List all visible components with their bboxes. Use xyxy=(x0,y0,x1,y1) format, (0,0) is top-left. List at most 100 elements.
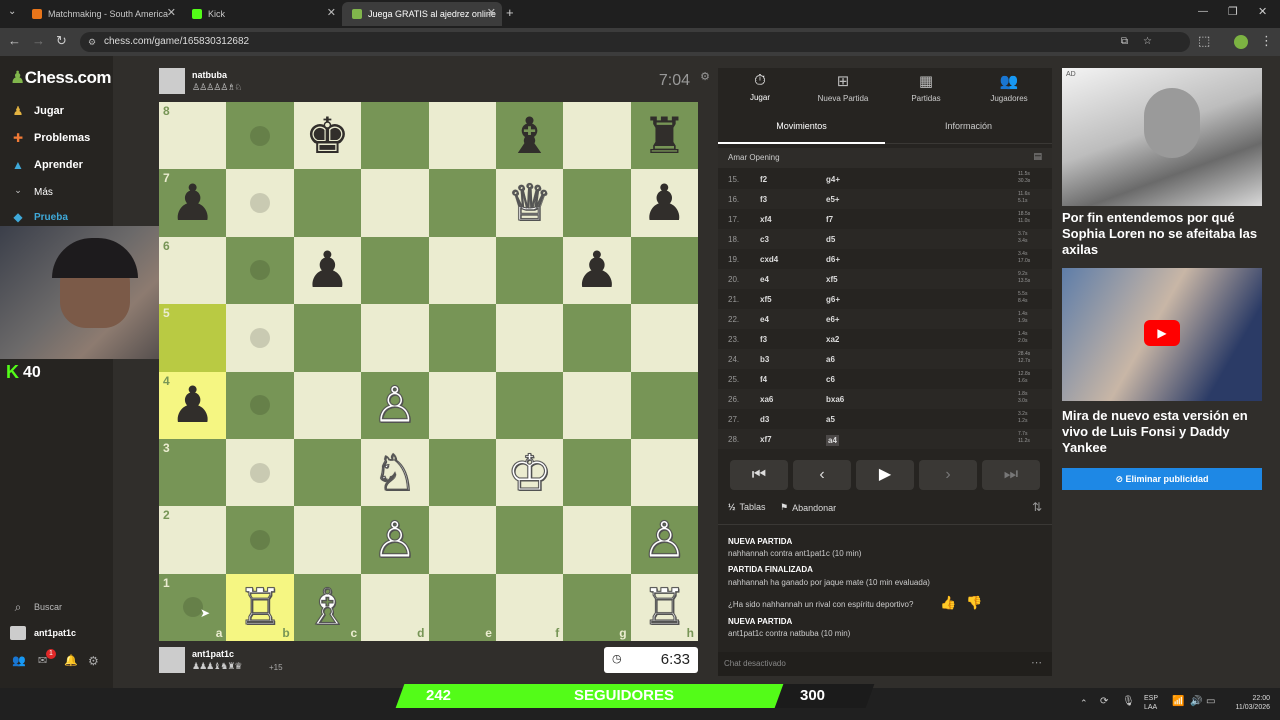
black-move[interactable]: f7 xyxy=(826,215,833,224)
close-tab-icon[interactable]: ✕ xyxy=(167,6,176,19)
ad-headline-1[interactable]: Por fin entendemos por qué Sophia Loren … xyxy=(1062,210,1262,258)
square-d8[interactable] xyxy=(361,102,429,170)
black-move[interactable]: bxa6 xyxy=(826,395,844,404)
sidebar-item-trial[interactable]: ◆ Prueba xyxy=(10,210,68,224)
remove-ads-button[interactable]: ⊘ Eliminar publicidad xyxy=(1062,468,1262,490)
resign-button[interactable]: ⚑ Abandonar xyxy=(780,502,836,513)
sidebar-search[interactable]: ⌕ Buscar xyxy=(10,600,62,614)
close-tab-icon[interactable]: ✕ xyxy=(327,6,336,19)
battery-icon[interactable]: ▭ xyxy=(1206,696,1215,707)
close-tab-icon[interactable]: ✕ xyxy=(487,6,496,19)
black-move[interactable]: xf5 xyxy=(826,275,838,284)
square-d4[interactable]: ♙ xyxy=(361,371,429,439)
tab-play[interactable]: ⏱ Jugar xyxy=(720,72,800,102)
black-move[interactable]: xa2 xyxy=(826,335,839,344)
extensions-icon[interactable]: ⬚ xyxy=(1198,33,1210,49)
square-f7[interactable]: ♕ xyxy=(495,169,564,237)
cast-icon[interactable]: ⧉ xyxy=(1121,32,1128,52)
mic-icon[interactable]: 🎙 xyxy=(1122,696,1135,707)
reload-icon[interactable]: ↻ xyxy=(56,33,67,49)
square-h8[interactable]: ♜ xyxy=(630,102,698,170)
square-g7[interactable] xyxy=(563,169,631,237)
square-d6[interactable] xyxy=(361,236,429,305)
tab-chess[interactable]: Juega GRATIS al ajedrez online ✕ xyxy=(342,2,502,26)
square-f1[interactable]: f xyxy=(495,573,564,641)
square-g4[interactable] xyxy=(563,371,631,439)
square-a7[interactable]: 7 ♟ xyxy=(159,169,227,237)
black-move[interactable]: e5+ xyxy=(826,195,840,204)
square-b5[interactable] xyxy=(226,304,294,372)
square-h6[interactable] xyxy=(630,236,698,305)
square-e8[interactable] xyxy=(428,102,496,170)
white-move[interactable]: e4 xyxy=(760,315,769,324)
square-a6[interactable]: 6 xyxy=(159,236,227,305)
black-move[interactable]: d5 xyxy=(826,235,835,244)
tray-sync-icon[interactable]: ⟳ xyxy=(1100,696,1108,707)
thumbs-up-icon[interactable]: 👍 xyxy=(940,595,956,611)
black-pawn-icon[interactable]: ♟ xyxy=(575,245,620,295)
square-b1[interactable]: ♖ b xyxy=(226,573,294,641)
square-a4[interactable]: 4 ♟ xyxy=(159,371,227,439)
square-g5[interactable] xyxy=(563,304,631,372)
square-e4[interactable] xyxy=(428,371,496,439)
book-icon[interactable]: ▤ xyxy=(1033,151,1042,162)
more-options-icon[interactable]: ⋯ xyxy=(1031,656,1042,669)
square-f4[interactable] xyxy=(495,371,564,439)
last-move-button[interactable]: ⏭ xyxy=(982,460,1040,490)
flip-board-icon[interactable]: ⇅ xyxy=(1032,500,1042,514)
legal-move-dot[interactable] xyxy=(250,193,271,214)
square-g8[interactable] xyxy=(563,102,631,170)
black-move[interactable]: a4 xyxy=(826,435,839,446)
black-pawn-icon[interactable]: ♟ xyxy=(170,380,215,430)
tab-games[interactable]: ▦ Partidas xyxy=(886,72,966,103)
square-b3[interactable] xyxy=(226,438,294,507)
legal-move-dot[interactable] xyxy=(250,260,271,281)
white-move[interactable]: d3 xyxy=(760,415,769,424)
close-window-icon[interactable]: ✕ xyxy=(1258,5,1267,18)
square-b2[interactable] xyxy=(226,506,294,574)
square-d7[interactable] xyxy=(361,169,429,237)
white-move[interactable]: e4 xyxy=(760,275,769,284)
site-info-icon[interactable]: ⚙ xyxy=(88,32,96,52)
square-d1[interactable]: d xyxy=(361,573,429,641)
square-a2[interactable]: 2 xyxy=(159,506,227,574)
square-e6[interactable] xyxy=(428,236,496,305)
square-a1[interactable]: 1a xyxy=(159,573,227,641)
square-b7[interactable] xyxy=(226,169,294,237)
white-pawn-icon[interactable]: ♙ xyxy=(641,514,687,565)
restore-icon[interactable]: ❐ xyxy=(1228,5,1238,18)
square-c8[interactable]: ♚ xyxy=(293,102,362,170)
square-c1[interactable]: ♗ c xyxy=(293,573,362,641)
square-h4[interactable] xyxy=(630,371,698,439)
white-move[interactable]: xf5 xyxy=(760,295,772,304)
bookmark-star-icon[interactable]: ☆ xyxy=(1143,32,1152,52)
square-a8[interactable]: 8 xyxy=(159,102,227,170)
black-move[interactable]: g4+ xyxy=(826,175,840,184)
square-b6[interactable] xyxy=(226,236,294,305)
white-move[interactable]: f3 xyxy=(760,195,767,204)
legal-move-dot[interactable] xyxy=(250,395,271,416)
white-move[interactable]: xa6 xyxy=(760,395,773,404)
black-pawn-icon[interactable]: ♟ xyxy=(305,245,350,295)
sidebar-user[interactable]: ant1pat1c xyxy=(10,626,76,640)
square-e7[interactable] xyxy=(428,169,496,237)
tab-players[interactable]: 👥 Jugadores xyxy=(969,72,1049,103)
sidebar-item-play[interactable]: ♟ Jugar xyxy=(10,104,64,118)
square-c7[interactable] xyxy=(293,169,362,237)
square-c4[interactable] xyxy=(293,371,362,439)
black-rook-icon[interactable]: ♜ xyxy=(642,111,687,161)
square-h7[interactable]: ♟ xyxy=(630,169,698,237)
square-f8[interactable]: ♝ xyxy=(495,102,564,170)
square-f3[interactable]: ♔ xyxy=(495,438,564,507)
square-b8[interactable] xyxy=(226,102,294,170)
square-d3[interactable]: ♘ xyxy=(361,438,429,507)
url-field[interactable]: ⚙ chess.com/game/165830312682 ⧉ ☆ xyxy=(80,32,1190,52)
tab-list-icon[interactable]: ⌄ xyxy=(8,6,16,17)
new-tab-icon[interactable]: + xyxy=(506,5,514,20)
sidebar-item-puzzles[interactable]: ✚ Problemas xyxy=(10,131,90,145)
subtab-moves[interactable]: Movimientos xyxy=(718,112,885,144)
minimize-icon[interactable]: — xyxy=(1198,6,1208,17)
square-f2[interactable] xyxy=(495,506,564,574)
white-move[interactable]: xf7 xyxy=(760,435,772,444)
white-move[interactable]: f4 xyxy=(760,375,767,384)
